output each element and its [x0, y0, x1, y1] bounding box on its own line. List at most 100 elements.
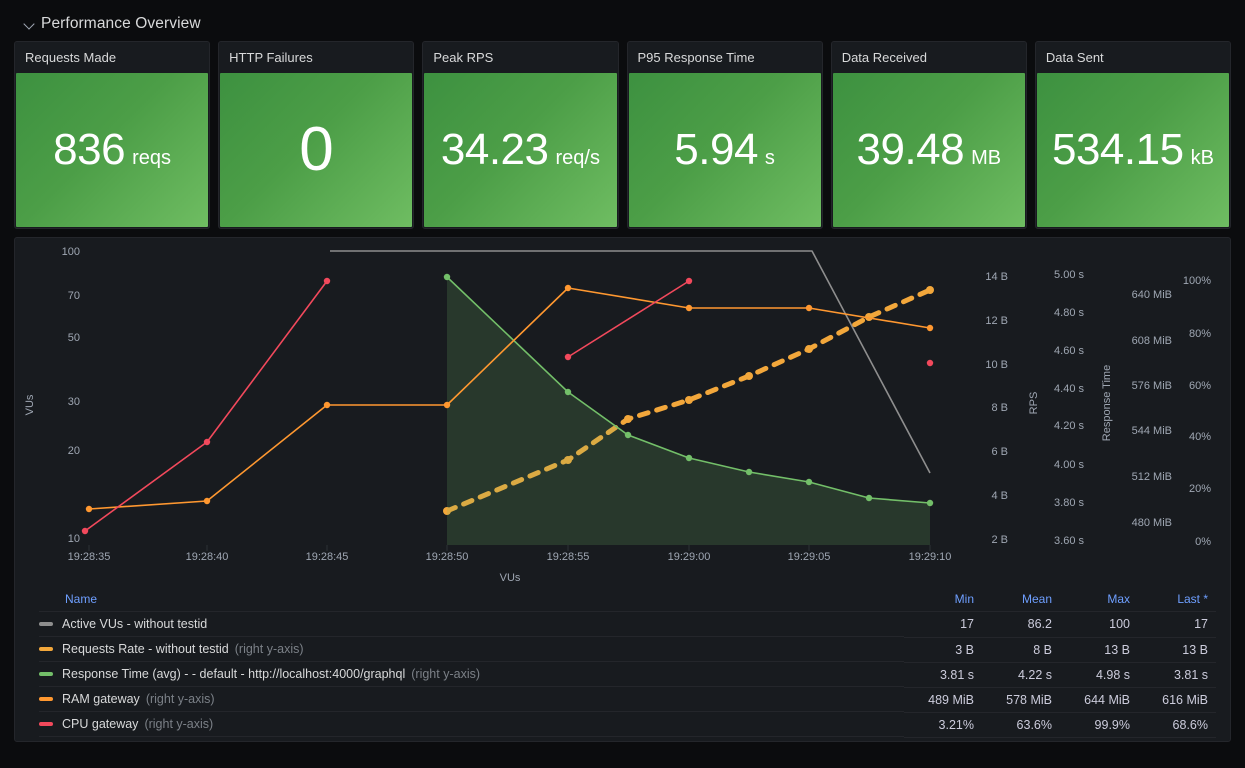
legend-series-name-cell[interactable]: RAM gateway (right y-axis)	[39, 687, 904, 712]
stat-panel-body: 39.48 MB	[832, 73, 1025, 227]
stat-unit: MB	[971, 147, 1002, 169]
data-point[interactable]	[564, 284, 572, 292]
legend-col-min[interactable]: Min	[904, 588, 982, 612]
legend-series-name-cell[interactable]: CPU gateway (right y-axis)	[39, 712, 904, 737]
stat-panel[interactable]: P95 Response Time 5.94 s	[626, 41, 823, 229]
y-axis-tick-response-time: 5.00 s	[1054, 269, 1084, 281]
data-point[interactable]	[685, 277, 693, 285]
x-axis-tick-label: 19:28:35	[68, 551, 111, 563]
x-axis-tick-label: 19:29:00	[668, 551, 711, 563]
chevron-down-icon[interactable]	[24, 18, 36, 30]
y-axis-tick-rps: 10 B	[985, 359, 1008, 371]
legend-axis-note: (right y-axis)	[411, 667, 481, 681]
data-point[interactable]	[745, 468, 753, 476]
x-axis-tick-label: 19:28:50	[426, 551, 469, 563]
stat-panel-title: P95 Response Time	[627, 42, 822, 73]
stat-unit: s	[764, 147, 775, 169]
stat-panel-body: 836 reqs	[16, 73, 209, 227]
data-point[interactable]	[926, 499, 934, 507]
data-point[interactable]	[323, 401, 331, 409]
legend-value-min: 489 MiB	[904, 687, 982, 713]
graph-legend: Name Min Mean Max Last * Active VUs - wi…	[15, 588, 1230, 741]
data-point[interactable]	[323, 277, 331, 285]
y-axis-tick-rps: 6 B	[991, 446, 1008, 458]
legend-row[interactable]: Response Time (avg) - - default - http:/…	[39, 662, 1216, 688]
y-axis-tick-vus: 30	[68, 396, 80, 408]
data-point[interactable]	[745, 372, 753, 380]
stat-panel[interactable]: Requests Made 836 reqs	[14, 41, 211, 229]
legend-series-label: RAM gateway	[62, 692, 140, 706]
legend-series-name-cell[interactable]: Response Time (avg) - - default - http:/…	[39, 662, 904, 687]
data-point[interactable]	[685, 454, 693, 462]
stat-panel[interactable]: Data Sent 534.15 kB	[1034, 41, 1232, 229]
legend-row[interactable]: Requests Rate - without testid (right y-a…	[39, 637, 1216, 663]
stat-value: 534.15	[1051, 125, 1184, 174]
y-axis-tick-memory: 512 MiB	[1132, 471, 1172, 483]
legend-color-swatch-icon[interactable]	[39, 722, 53, 726]
legend-header-row: Name Min Mean Max Last *	[39, 588, 1216, 612]
legend-axis-note: (right y-axis)	[144, 717, 214, 731]
legend-value-last: 616 MiB	[1138, 687, 1216, 713]
legend-value-last: 68.6%	[1138, 712, 1216, 738]
data-point[interactable]	[926, 286, 934, 294]
series-response[interactable]	[443, 273, 934, 545]
data-point[interactable]	[624, 415, 632, 423]
stat-panel[interactable]: HTTP Failures 0	[218, 41, 415, 229]
legend-color-swatch-icon[interactable]	[39, 697, 53, 701]
x-axis-tick-label: 19:28:55	[547, 551, 590, 563]
data-point[interactable]	[865, 494, 873, 502]
stat-panel-row: Requests Made 836 reqs HTTP Failures 0 Peak R…	[14, 41, 1232, 229]
legend-color-swatch-icon[interactable]	[39, 622, 53, 626]
legend-series-name-cell[interactable]: Active VUs - without testid	[39, 612, 904, 637]
graph-panel: 100 70 50 30 20 10 14 B 12 B 10 B 8 B 6 B 4 B 2 B 5.0…	[14, 237, 1231, 742]
data-point[interactable]	[805, 345, 813, 353]
data-point[interactable]	[203, 497, 211, 505]
y-axis-tick-response-time: 4.80 s	[1054, 307, 1084, 319]
legend-series-label: Requests Rate - without testid	[62, 642, 229, 656]
x-axis-tick-label: 19:28:40	[186, 551, 229, 563]
legend-row[interactable]: CPU gateway (right y-axis) 3.21% 63.6% 99.9%…	[39, 712, 1216, 738]
data-point[interactable]	[443, 401, 451, 409]
data-point[interactable]	[564, 353, 572, 361]
chart-svg[interactable]: 100 70 50 30 20 10 14 B 12 B 10 B 8 B 6 B 4 B 2 B 5.0…	[15, 238, 1230, 588]
legend-series-label: Active VUs - without testid	[62, 617, 208, 631]
stat-panel-body: 34.23 req/s	[424, 73, 617, 227]
legend-color-swatch-icon[interactable]	[39, 647, 53, 651]
data-point[interactable]	[564, 388, 572, 396]
legend-series-name-cell[interactable]: Requests Rate - without testid (right y-a…	[39, 637, 904, 662]
stat-value-wrap: 0	[299, 119, 333, 181]
legend-value-mean: 8 B	[982, 637, 1060, 663]
series-line	[567, 280, 690, 358]
legend-value-max: 4.98 s	[1060, 662, 1138, 688]
legend-color-swatch-icon[interactable]	[39, 672, 53, 676]
legend-col-name[interactable]: Name	[39, 588, 904, 612]
data-point[interactable]	[926, 359, 934, 367]
stat-value: 836	[53, 125, 126, 174]
data-point[interactable]	[624, 431, 632, 439]
row-header-performance-overview[interactable]: Performance Overview	[14, 0, 1231, 32]
legend-col-mean[interactable]: Mean	[982, 588, 1060, 612]
legend-col-max[interactable]: Max	[1060, 588, 1138, 612]
legend-value-max: 13 B	[1060, 637, 1138, 663]
data-point[interactable]	[443, 273, 451, 281]
stat-panel[interactable]: Peak RPS 34.23 req/s	[422, 41, 619, 229]
data-point[interactable]	[685, 396, 693, 404]
legend-row[interactable]: Active VUs - without testid 17 86.2 100 17	[39, 611, 1216, 638]
stat-panel-title: Data Received	[831, 42, 1026, 73]
stat-panel-title: Peak RPS	[423, 42, 618, 73]
legend-value-mean: 86.2	[982, 611, 1060, 638]
stat-panel[interactable]: Data Received 39.48 MB	[830, 41, 1027, 229]
legend-value-last: 13 B	[1138, 637, 1216, 663]
legend-value-max: 100	[1060, 611, 1138, 638]
legend-col-last[interactable]: Last *	[1138, 588, 1216, 612]
x-axis-tick-label: 19:29:10	[909, 551, 952, 563]
data-point[interactable]	[805, 304, 813, 312]
plot-region[interactable]: 100 70 50 30 20 10 14 B 12 B 10 B 8 B 6 B 4 B 2 B 5.0…	[15, 238, 1230, 588]
data-point[interactable]	[926, 324, 934, 332]
legend-row[interactable]: RAM gateway (right y-axis) 489 MiB 578 MiB 6…	[39, 687, 1216, 713]
data-point[interactable]	[203, 438, 211, 446]
data-point[interactable]	[81, 527, 89, 535]
data-point[interactable]	[685, 304, 693, 312]
data-point[interactable]	[85, 505, 93, 513]
data-point[interactable]	[805, 478, 813, 486]
